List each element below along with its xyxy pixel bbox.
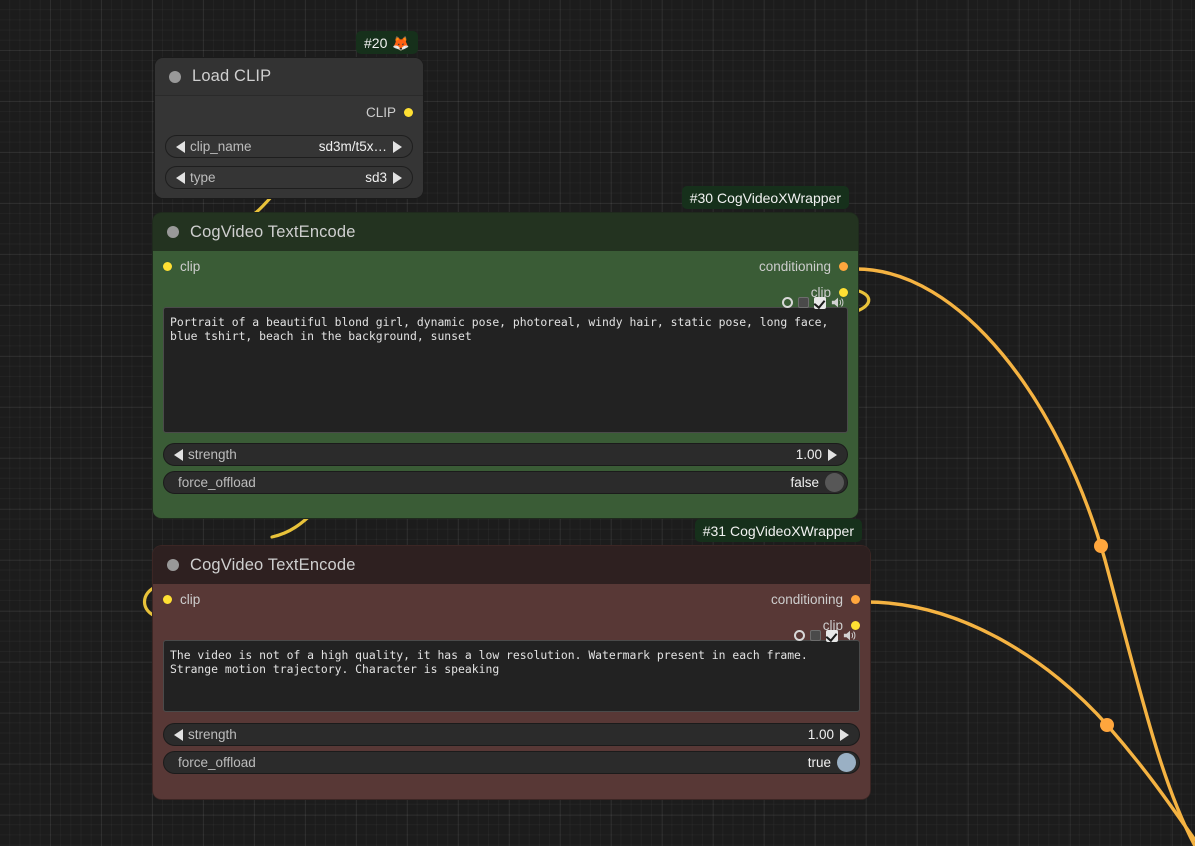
widget-value: sd3m/t5x… <box>318 139 387 154</box>
chevron-left-icon[interactable] <box>174 728 183 741</box>
toggle-knob-icon[interactable] <box>837 753 856 772</box>
node-badge-31[interactable]: #31 CogVideoXWrapper <box>694 519 862 542</box>
node-header[interactable]: Load CLIP <box>155 58 423 96</box>
widget-label: clip_name <box>190 139 252 154</box>
node-badge-30[interactable]: #30 CogVideoXWrapper <box>681 186 849 209</box>
output-slot-label: conditioning <box>758 259 831 274</box>
record-circle-icon[interactable] <box>782 297 793 308</box>
node-icon-strip <box>782 296 845 309</box>
output-slot-conditioning[interactable]: conditioning <box>759 259 848 274</box>
toggle-knob-icon[interactable] <box>825 473 844 492</box>
chevron-left-icon[interactable] <box>176 140 185 153</box>
node-title: CogVideo TextEncode <box>190 555 356 574</box>
slot-row: clip conditioning <box>153 584 870 610</box>
widget-type[interactable]: type sd3 <box>165 166 413 189</box>
chevron-left-icon[interactable] <box>174 448 183 461</box>
node-badge-id: #20 <box>364 34 388 51</box>
node-title: CogVideo TextEncode <box>190 222 356 241</box>
widget-label: strength <box>188 447 237 462</box>
node-badge-label: #31 CogVideoXWrapper <box>702 522 854 539</box>
node-body: CLIP clip_name sd3m/t5x… type sd3 <box>155 96 423 198</box>
stop-square-icon[interactable] <box>798 297 809 308</box>
input-slot-label: clip <box>180 592 201 607</box>
widget-value: 1.00 <box>807 727 834 742</box>
slot-dot-conditioning-icon[interactable] <box>851 595 860 604</box>
widget-force-offload[interactable]: force_offload false <box>163 471 848 494</box>
node-cogvideo-textencode-negative[interactable]: CogVideo TextEncode clip conditioning cl… <box>153 546 870 799</box>
slot-row: clip conditioning <box>153 251 858 277</box>
node-icon-strip <box>794 629 857 642</box>
node-header[interactable]: CogVideo TextEncode <box>153 213 858 251</box>
output-slot-label: CLIP <box>365 105 396 120</box>
record-circle-icon[interactable] <box>794 630 805 641</box>
widget-label: strength <box>188 727 237 742</box>
node-load-clip[interactable]: Load CLIP CLIP clip_name sd3m/t5x… type … <box>155 58 423 198</box>
node-cogvideo-textencode-positive[interactable]: CogVideo TextEncode clip conditioning cl… <box>153 213 858 518</box>
checkbox-checked-icon[interactable] <box>826 629 838 642</box>
widget-value: true <box>807 755 831 770</box>
slot-dot-clip-icon[interactable] <box>163 595 172 604</box>
input-slot-clip[interactable]: clip <box>163 592 200 607</box>
chevron-right-icon[interactable] <box>393 171 402 184</box>
widget-value: 1.00 <box>795 447 822 462</box>
output-slot-conditioning[interactable]: conditioning <box>771 592 860 607</box>
slot-dot-clip-icon[interactable] <box>163 262 172 271</box>
slot-row: CLIP <box>155 101 423 127</box>
collapse-dot-icon[interactable] <box>167 559 179 571</box>
fox-emoji: 🦊 <box>392 34 410 51</box>
output-slot-label: conditioning <box>770 592 843 607</box>
widget-label: type <box>190 170 216 185</box>
widget-clip-name[interactable]: clip_name sd3m/t5x… <box>165 135 413 158</box>
collapse-dot-icon[interactable] <box>169 70 181 83</box>
speaker-icon[interactable] <box>831 296 845 309</box>
collapse-dot-icon[interactable] <box>167 226 179 238</box>
input-slot-label: clip <box>180 259 201 274</box>
widget-force-offload[interactable]: force_offload true <box>163 751 860 774</box>
widget-value: false <box>790 475 819 490</box>
output-slot-clip[interactable]: CLIP <box>366 105 413 120</box>
node-badge-label: #30 CogVideoXWrapper <box>689 189 841 206</box>
slot-dot-conditioning-icon[interactable] <box>839 262 848 271</box>
widget-label: force_offload <box>178 475 256 490</box>
link-positive-conditioning <box>854 267 1195 846</box>
chevron-right-icon[interactable] <box>393 140 402 153</box>
widget-strength[interactable]: strength 1.00 <box>163 443 848 466</box>
widget-label: force_offload <box>178 755 256 770</box>
checkbox-checked-icon[interactable] <box>814 296 826 309</box>
chevron-right-icon[interactable] <box>828 448 837 461</box>
prompt-textarea[interactable]: Portrait of a beautiful blond girl, dyna… <box>163 307 848 433</box>
node-body: clip conditioning clip <box>153 251 858 518</box>
node-header[interactable]: CogVideo TextEncode <box>153 546 870 584</box>
node-body: clip conditioning clip <box>153 584 870 799</box>
link-midpoint-dot <box>1094 539 1108 553</box>
link-midpoint-dot <box>1100 718 1114 732</box>
prompt-textarea[interactable]: The video is not of a high quality, it h… <box>163 640 860 712</box>
widget-strength[interactable]: strength 1.00 <box>163 723 860 746</box>
chevron-right-icon[interactable] <box>840 728 849 741</box>
node-title: Load CLIP <box>192 67 272 85</box>
speaker-icon[interactable] <box>843 629 857 642</box>
node-graph-canvas[interactable]: #20 🦊 Load CLIP CLIP clip_name sd3m/t5x… <box>0 0 1195 846</box>
slot-dot-clip-icon[interactable] <box>404 108 413 117</box>
widget-value: sd3 <box>365 170 387 185</box>
node-badge-20[interactable]: #20 🦊 <box>356 31 418 54</box>
slot-row: clip <box>153 277 858 303</box>
slot-row: clip <box>153 610 870 636</box>
link-negative-conditioning <box>864 600 1195 842</box>
stop-square-icon[interactable] <box>810 630 821 641</box>
chevron-left-icon[interactable] <box>176 171 185 184</box>
input-slot-clip[interactable]: clip <box>163 259 200 274</box>
